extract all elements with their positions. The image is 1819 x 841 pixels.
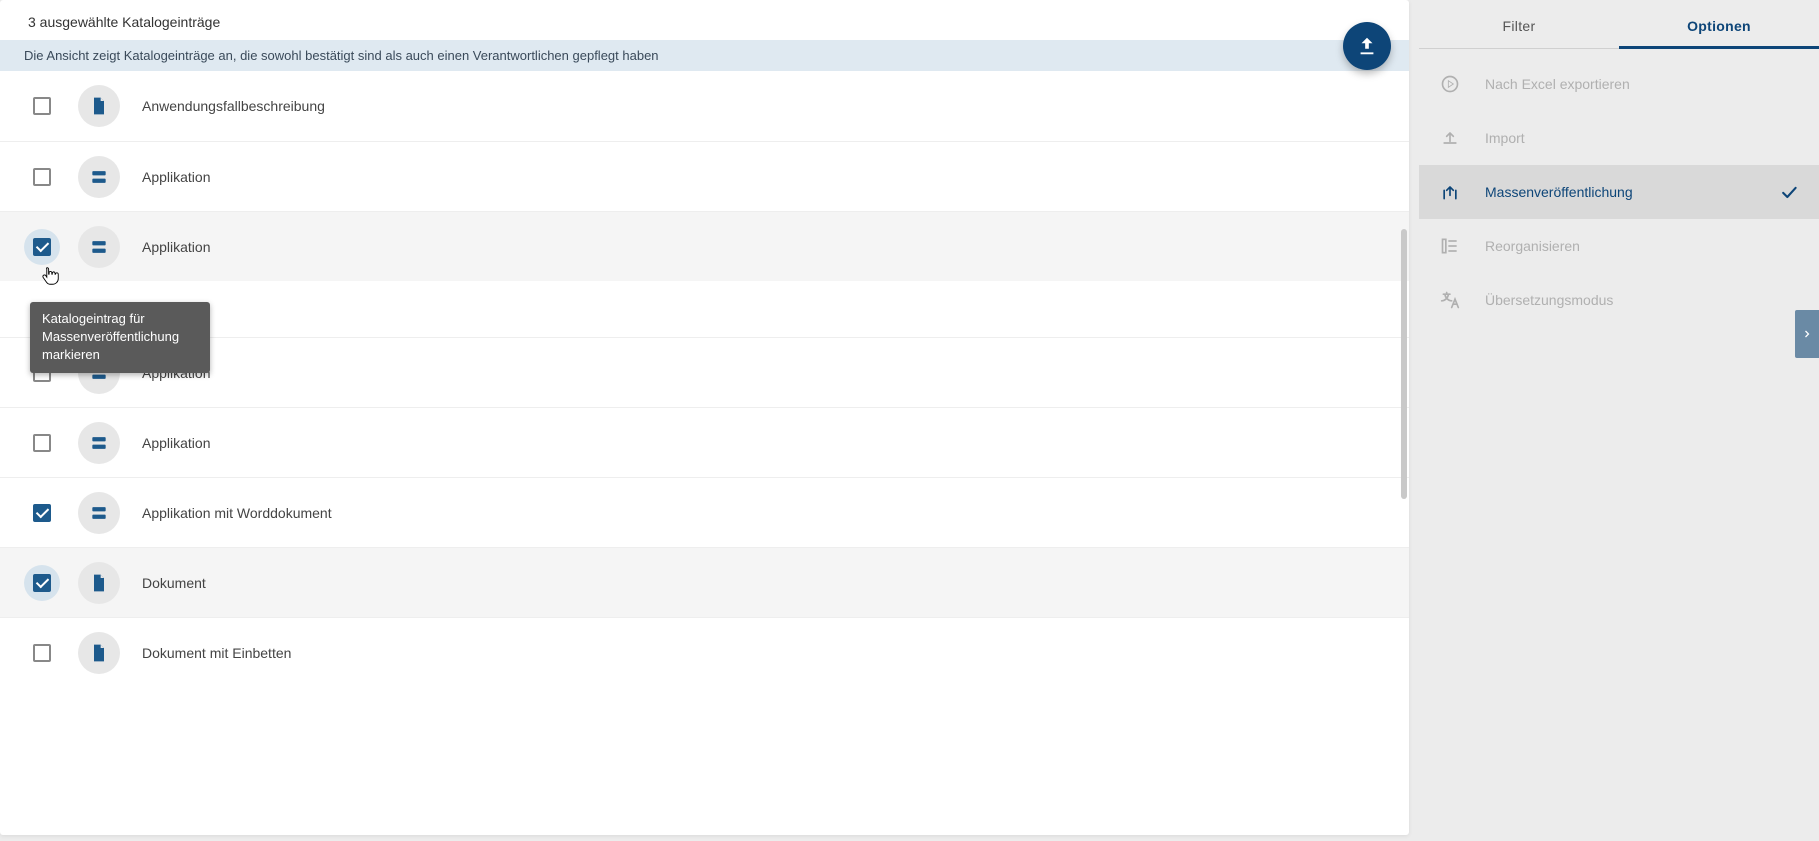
option-reorganize[interactable]: Reorganisieren <box>1419 219 1819 273</box>
row-label: Anwendungsfallbeschreibung <box>142 98 325 114</box>
publish-fab[interactable] <box>1343 22 1391 70</box>
option-label: Nach Excel exportieren <box>1485 76 1799 92</box>
checkbox-checked-icon <box>33 504 51 522</box>
side-options-list: Nach Excel exportieren Import Massenveröff… <box>1419 49 1819 327</box>
option-label: Import <box>1485 130 1799 146</box>
translate-icon <box>1439 289 1461 311</box>
chevron-right-icon <box>1801 328 1813 340</box>
document-icon <box>78 562 120 604</box>
row-checkbox[interactable] <box>24 229 60 265</box>
checkbox-checked-icon <box>33 574 51 592</box>
check-icon <box>1779 182 1799 202</box>
document-icon <box>78 85 120 127</box>
row-checkbox[interactable] <box>24 495 60 531</box>
list-row[interactable]: Dokument mit Einbetten <box>0 617 1409 687</box>
list-row[interactable]: Applikation <box>0 407 1409 477</box>
row-label: Dokument mit Einbetten <box>142 645 291 661</box>
main-header: 3 ausgewählte Katalogeinträge <box>0 0 1409 40</box>
app-icon <box>78 156 120 198</box>
publish-icon <box>1356 35 1378 57</box>
row-checkbox[interactable] <box>24 88 60 124</box>
selected-count-title: 3 ausgewählte Katalogeinträge <box>28 14 220 30</box>
collapse-side-panel-button[interactable] <box>1795 310 1819 358</box>
app-icon <box>78 226 120 268</box>
list-row[interactable]: Applikation <box>0 337 1409 407</box>
checkbox-unchecked-icon <box>33 168 51 186</box>
list-row[interactable]: Applikation <box>0 141 1409 211</box>
side-tabs: Filter Optionen <box>1419 4 1819 49</box>
row-label: Applikation <box>142 169 211 185</box>
list-row[interactable]: Applikation <box>0 211 1409 281</box>
list-row[interactable]: Anwendungsfallbeschreibung <box>0 71 1409 141</box>
side-panel: Filter Optionen Nach Excel exportieren Im… <box>1419 0 1819 841</box>
play-icon <box>1439 73 1461 95</box>
upload-icon <box>1439 127 1461 149</box>
option-label: Übersetzungsmodus <box>1485 292 1799 308</box>
checkbox-tooltip: Katalogeintrag für Massenveröffentlichun… <box>30 302 210 373</box>
tab-filter[interactable]: Filter <box>1419 4 1619 48</box>
row-checkbox[interactable] <box>24 565 60 601</box>
option-play[interactable]: Nach Excel exportieren <box>1419 57 1819 111</box>
scrollbar-thumb[interactable] <box>1401 229 1407 499</box>
checkbox-unchecked-icon <box>33 97 51 115</box>
option-publish[interactable]: Massenveröffentlichung <box>1419 165 1819 219</box>
list-row[interactable]: Applikation mit Worddokument <box>0 477 1409 547</box>
catalog-list[interactable]: Anwendungsfallbeschreibung Applikation App… <box>0 71 1409 835</box>
list-row[interactable]: Dokument <box>0 547 1409 617</box>
option-label: Reorganisieren <box>1485 238 1799 254</box>
info-bar: Die Ansicht zeigt Katalogeinträge an, di… <box>0 40 1409 71</box>
option-upload[interactable]: Import <box>1419 111 1819 165</box>
checkbox-checked-icon <box>33 238 51 256</box>
row-checkbox[interactable] <box>24 425 60 461</box>
checkbox-unchecked-icon <box>33 434 51 452</box>
app-icon <box>78 492 120 534</box>
publish-icon <box>1439 181 1461 203</box>
document-icon <box>78 632 120 674</box>
row-checkbox[interactable] <box>24 635 60 671</box>
row-label: Applikation mit Worddokument <box>142 505 332 521</box>
option-translate[interactable]: Übersetzungsmodus <box>1419 273 1819 327</box>
row-label: Applikation <box>142 239 211 255</box>
row-label: Dokument <box>142 575 206 591</box>
row-checkbox[interactable] <box>24 159 60 195</box>
checkbox-unchecked-icon <box>33 644 51 662</box>
reorganize-icon <box>1439 235 1461 257</box>
option-label: Massenveröffentlichung <box>1485 184 1779 200</box>
app-icon <box>78 422 120 464</box>
row-label: Applikation <box>142 435 211 451</box>
main-panel: 3 ausgewählte Katalogeinträge Die Ansich… <box>0 0 1409 835</box>
tab-options[interactable]: Optionen <box>1619 4 1819 48</box>
